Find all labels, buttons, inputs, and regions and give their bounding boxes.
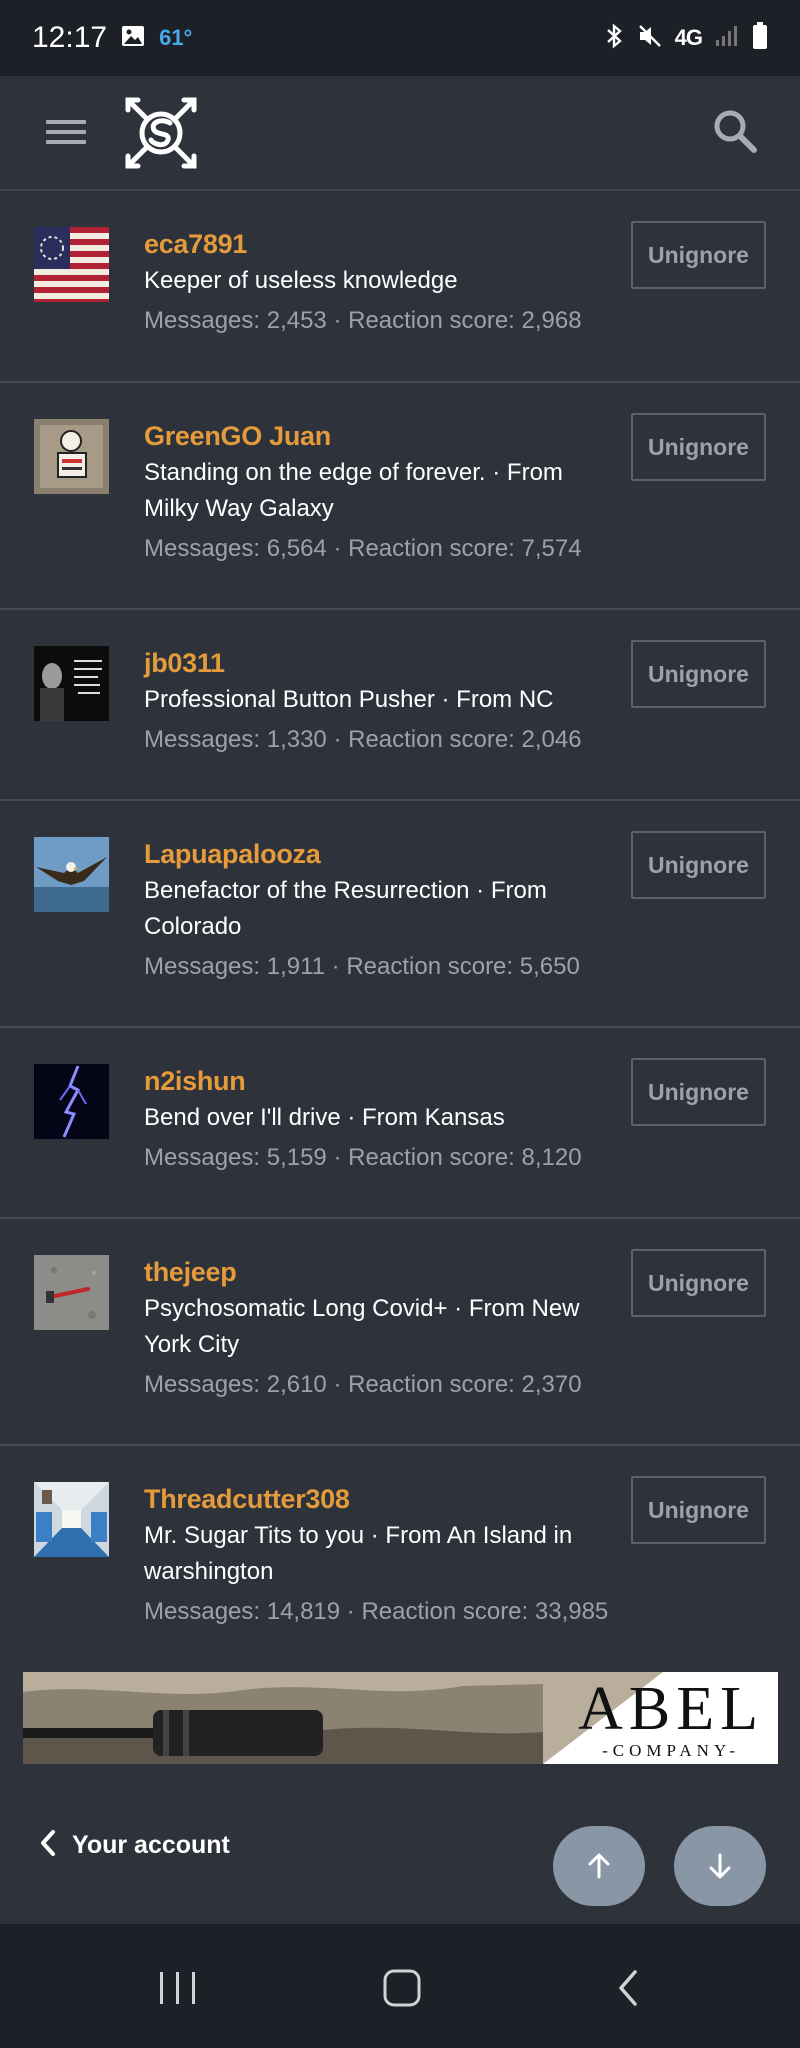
list-item: jb0311 Professional Button Pusher · From… — [0, 610, 800, 801]
member-title: Keeper of useless knowledge — [144, 267, 458, 294]
member-username[interactable]: jb0311 — [144, 646, 614, 680]
site-logo[interactable] — [122, 94, 200, 172]
hammer-avatar[interactable] — [34, 1255, 109, 1330]
member-title: Psychosomatic Long Covid+ · From New Yor… — [144, 1295, 580, 1358]
list-item: Lapuapalooza Benefactor of the Resurrect… — [0, 801, 800, 1028]
member-stats: Messages: 14,819 · Reaction score: 33,98… — [144, 1598, 609, 1625]
train-interior-avatar[interactable] — [34, 1482, 109, 1557]
bluetooth-icon — [603, 22, 625, 54]
app-header — [0, 76, 800, 191]
member-username[interactable]: Lapuapalooza — [144, 837, 614, 871]
member-info: eca7891 Keeper of useless knowledge Mess… — [144, 227, 614, 339]
status-temperature: 61° — [159, 25, 193, 50]
member-username[interactable]: Threadcutter308 — [144, 1482, 614, 1516]
member-title: Bend over I'll drive · From Kansas — [144, 1104, 505, 1131]
member-title: Benefactor of the Resurrection · From Co… — [144, 877, 547, 940]
arrow-down-icon — [709, 1853, 731, 1879]
member-title: Mr. Sugar Tits to you · From An Island i… — [144, 1522, 573, 1585]
member-stats: Messages: 6,564 · Reaction score: 7,574 — [144, 535, 582, 562]
unignore-button[interactable]: Unignore — [631, 413, 766, 481]
image-icon — [121, 25, 145, 52]
us-flag-avatar[interactable] — [34, 227, 109, 302]
member-username[interactable]: n2ishun — [144, 1064, 614, 1098]
unignore-button[interactable]: Unignore — [631, 221, 766, 289]
status-right: 4G — [603, 21, 768, 55]
member-info: thejeep Psychosomatic Long Covid+ · From… — [144, 1255, 614, 1403]
status-time: 12:17 — [32, 21, 108, 54]
home-icon[interactable] — [372, 1958, 432, 2018]
member-info: jb0311 Professional Button Pusher · From… — [144, 646, 614, 758]
unignore-button[interactable]: Unignore — [631, 1058, 766, 1126]
arrow-up-icon — [588, 1853, 610, 1879]
battery-icon — [752, 21, 768, 55]
list-item: Threadcutter308 Mr. Sugar Tits to you · … — [0, 1446, 800, 1672]
scroll-down-button[interactable] — [674, 1826, 766, 1906]
your-account-label: Your account — [72, 1831, 230, 1859]
unignore-button[interactable]: Unignore — [631, 640, 766, 708]
member-username[interactable]: thejeep — [144, 1255, 614, 1289]
member-info: n2ishun Bend over I'll drive · From Kans… — [144, 1064, 614, 1176]
member-title: Standing on the edge of forever. · From … — [144, 459, 563, 522]
ad-brand: ABEL -COMPANY- — [578, 1676, 764, 1760]
signal-icon — [714, 24, 740, 53]
ad-brand-name: ABEL — [578, 1675, 764, 1743]
member-title: Professional Button Pusher · From NC — [144, 686, 554, 713]
lightning-avatar[interactable] — [34, 1064, 109, 1139]
scroll-up-button[interactable] — [553, 1826, 645, 1906]
list-item: GreenGO Juan Standing on the edge of for… — [0, 383, 800, 610]
member-stats: Messages: 2,453 · Reaction score: 2,968 — [144, 307, 582, 334]
ad-banner[interactable]: ABEL -COMPANY- — [23, 1672, 778, 1764]
list-item: eca7891 Keeper of useless knowledge Mess… — [0, 191, 800, 383]
unignore-button[interactable]: Unignore — [631, 1476, 766, 1544]
system-nav-bar — [0, 1924, 800, 2048]
member-stats: Messages: 1,911 · Reaction score: 5,650 — [144, 953, 580, 980]
hamburger-menu-icon[interactable] — [44, 114, 88, 152]
search-icon[interactable] — [710, 106, 760, 156]
footer-bar: Your account — [0, 1764, 800, 1924]
list-item: thejeep Psychosomatic Long Covid+ · From… — [0, 1219, 800, 1446]
eagle-avatar[interactable] — [34, 837, 109, 912]
member-info: Lapuapalooza Benefactor of the Resurrect… — [144, 837, 614, 985]
unignore-button[interactable]: Unignore — [631, 1249, 766, 1317]
chevron-left-icon — [38, 1828, 58, 1863]
ad-brand-sub: -COMPANY- — [602, 1741, 741, 1760]
list-item: n2ishun Bend over I'll drive · From Kans… — [0, 1028, 800, 1219]
your-account-link[interactable]: Your account — [38, 1828, 230, 1863]
member-username[interactable]: eca7891 — [144, 227, 614, 261]
status-bar: 12:17 61° 4G — [0, 0, 800, 76]
status-left: 12:17 61° — [32, 21, 192, 55]
member-stats: Messages: 5,159 · Reaction score: 8,120 — [144, 1144, 582, 1171]
sticker-avatar[interactable] — [34, 419, 109, 494]
member-info: Threadcutter308 Mr. Sugar Tits to you · … — [144, 1482, 614, 1630]
back-icon[interactable] — [598, 1958, 658, 2018]
quote-avatar[interactable] — [34, 646, 109, 721]
network-type: 4G — [674, 25, 703, 50]
member-username[interactable]: GreenGO Juan — [144, 419, 614, 453]
unignore-button[interactable]: Unignore — [631, 831, 766, 899]
mute-icon — [637, 23, 663, 54]
member-stats: Messages: 2,610 · Reaction score: 2,370 — [144, 1371, 582, 1398]
recent-apps-icon[interactable] — [148, 1958, 208, 2018]
member-stats: Messages: 1,330 · Reaction score: 2,046 — [144, 726, 582, 753]
ignored-members-list: eca7891 Keeper of useless knowledge Mess… — [0, 191, 800, 1672]
member-info: GreenGO Juan Standing on the edge of for… — [144, 419, 614, 567]
